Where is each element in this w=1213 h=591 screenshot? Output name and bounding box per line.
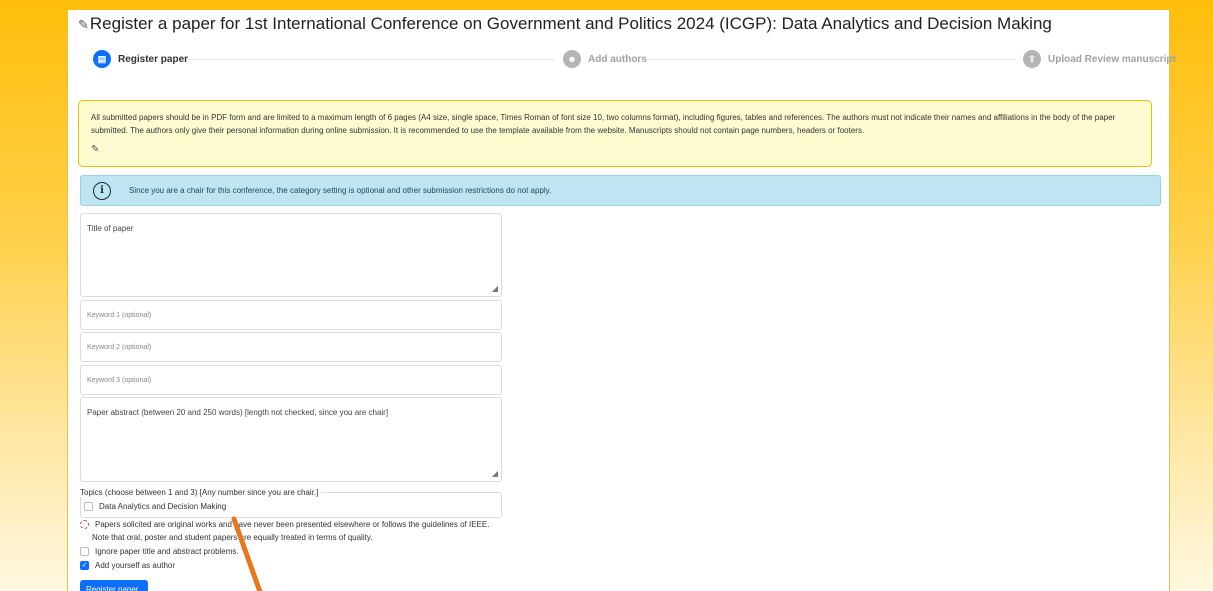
keyword-3-input[interactable]: Keyword 3 (optional) [80,365,502,395]
edit-icon: ✎ [78,17,89,32]
step-add-authors[interactable]: ☻ Add authors [563,50,647,68]
paper-icon: ▤ [93,50,111,68]
resize-handle-icon[interactable]: ◢ [492,469,498,478]
keyword-2-placeholder: Keyword 2 (optional) [87,343,152,351]
info-text: Since you are a chair for this conferenc… [129,186,552,195]
checkbox[interactable] [80,547,89,556]
main-panel: ✎Register a paper for 1st International … [67,10,1176,591]
abstract-textarea[interactable]: Paper abstract (between 20 and 250 words… [80,397,502,482]
originality-label: Papers solicited are original works and … [95,520,490,529]
progress-stepper: ▤ Register paper ☻ Add authors ⇪ Upload … [93,50,1176,70]
upload-icon: ⇪ [1023,50,1041,68]
topics-legend: Topics (choose between 1 and 3) [Any num… [80,488,322,497]
users-icon: ☻ [563,50,581,68]
ignore-problems-checkbox[interactable]: Ignore paper title and abstract problems… [80,547,239,556]
page-title: ✎Register a paper for 1st International … [78,14,1052,34]
step-upload-review-manuscript[interactable]: ⇪ Upload Review manuscript [1023,50,1176,68]
checkbox-required[interactable] [80,520,89,529]
abstract-placeholder: Paper abstract (between 20 and 250 words… [87,408,389,417]
originality-note: Note that oral, poster and student paper… [92,533,373,542]
chair-info-alert: i Since you are a chair for this confere… [80,175,1161,206]
title-placeholder: Title of paper [87,224,134,233]
add-author-checkbox[interactable]: ✓ Add yourself as author [80,561,175,570]
submission-instructions-alert: All submitted papers should be in PDF fo… [78,100,1152,167]
add-author-label: Add yourself as author [95,561,176,570]
edit-icon[interactable]: ✎ [91,143,1139,156]
keyword-1-placeholder: Keyword 1 (optional) [87,311,152,319]
keyword-1-input[interactable]: Keyword 1 (optional) [80,300,502,330]
instructions-text: All submitted papers should be in PDF fo… [91,113,1116,135]
originality-checkbox[interactable]: Papers solicited are original works and … [80,520,489,529]
topic-checkbox-data-analytics[interactable]: Data Analytics and Decision Making [84,502,226,511]
step-label: Add authors [588,53,647,65]
step-connector [646,59,1016,60]
title-textarea[interactable]: Title of paper ◢ [80,213,502,297]
resize-handle-icon[interactable]: ◢ [492,284,498,293]
info-icon: i [93,181,111,200]
step-label: Register paper [118,53,189,65]
topic-label: Data Analytics and Decision Making [99,502,227,511]
register-paper-button[interactable]: Register paper [80,580,148,591]
step-register-paper[interactable]: ▤ Register paper [93,50,188,68]
checkbox-checked[interactable]: ✓ [80,561,89,570]
step-connector [189,59,554,60]
keyword-2-input[interactable]: Keyword 2 (optional) [80,332,502,362]
page-title-text: Register a paper for 1st International C… [89,14,1052,33]
checkbox[interactable] [84,502,93,511]
keyword-3-placeholder: Keyword 3 (optional) [87,376,152,384]
ignore-label: Ignore paper title and abstract problems… [95,547,239,556]
step-label: Upload Review manuscript [1048,53,1176,65]
